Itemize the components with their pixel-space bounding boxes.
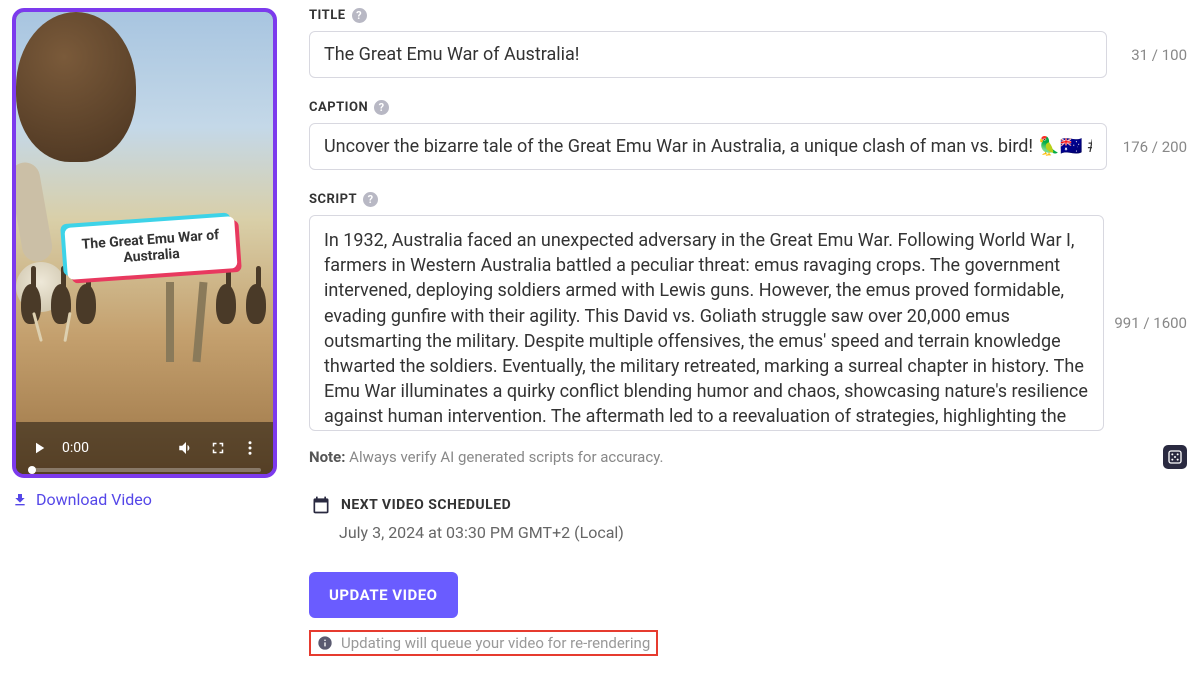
video-controls: 0:00 — [16, 422, 273, 474]
video-preview[interactable]: The Great Emu War of Australia 0:00 — [12, 8, 277, 478]
help-icon[interactable]: ? — [352, 8, 367, 23]
fullscreen-icon[interactable] — [209, 439, 227, 457]
play-icon[interactable] — [30, 439, 48, 457]
more-icon[interactable] — [241, 439, 259, 457]
title-counter: 31 / 100 — [1117, 46, 1187, 64]
script-counter: 991 / 1600 — [1114, 314, 1187, 332]
script-label: SCRIPT ? — [309, 192, 1187, 207]
script-textarea[interactable] — [310, 216, 1103, 426]
download-video-link[interactable]: Download Video — [12, 490, 277, 509]
dice-icon — [1167, 449, 1183, 465]
update-video-button[interactable]: UPDATE VIDEO — [309, 572, 458, 618]
video-progress[interactable] — [28, 468, 261, 472]
volume-icon[interactable] — [177, 439, 195, 457]
caption-input[interactable] — [309, 123, 1107, 170]
note-text: Note: Always verify AI generated scripts… — [309, 448, 663, 466]
title-input[interactable] — [309, 31, 1107, 78]
help-icon[interactable]: ? — [374, 100, 389, 115]
info-icon — [317, 635, 333, 651]
calendar-icon — [311, 495, 331, 515]
video-time: 0:00 — [62, 440, 89, 456]
caption-label: CAPTION ? — [309, 100, 1187, 115]
schedule-label: NEXT VIDEO SCHEDULED — [311, 495, 1187, 515]
caption-counter: 176 / 200 — [1117, 138, 1187, 156]
title-label: TITLE ? — [309, 8, 1187, 23]
schedule-time: July 3, 2024 at 03:30 PM GMT+2 (Local) — [339, 523, 1187, 542]
download-video-label: Download Video — [36, 490, 152, 509]
help-icon[interactable]: ? — [363, 192, 378, 207]
queue-note: Updating will queue your video for re-re… — [309, 630, 658, 656]
randomize-button[interactable] — [1163, 445, 1187, 469]
download-icon — [12, 492, 28, 508]
